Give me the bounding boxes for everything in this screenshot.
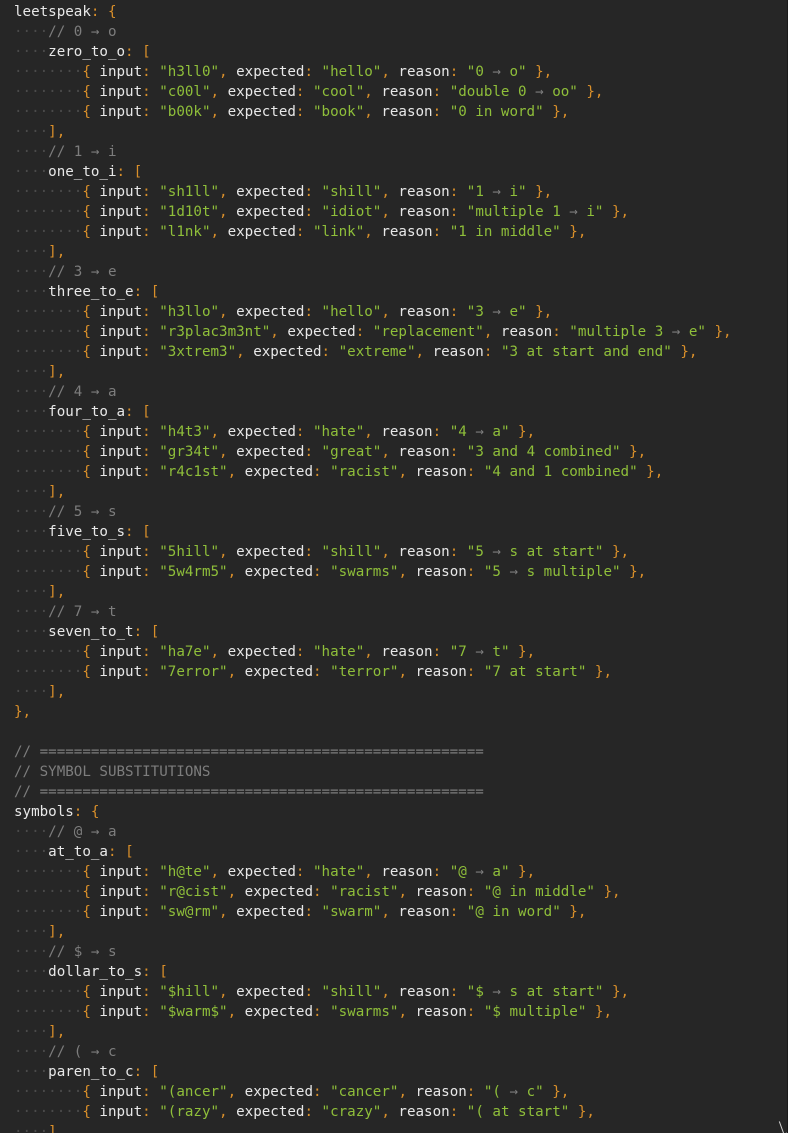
code-line[interactable]: ····dollar_to_s: [ [14, 962, 732, 982]
code-line[interactable]: leetspeak: { [14, 2, 732, 22]
code-line[interactable]: ····// 1 → i [14, 142, 732, 162]
code-line[interactable]: ····], [14, 922, 732, 942]
code-line[interactable]: ····], [14, 482, 732, 502]
code-line[interactable]: ····five_to_s: [ [14, 522, 732, 542]
code-line[interactable]: ········{ input: "5hill", expected: "shi… [14, 542, 732, 562]
code-line[interactable]: ········{ input: "sw@rm", expected: "swa… [14, 902, 732, 922]
code-line[interactable]: ····one_to_i: [ [14, 162, 732, 182]
code-line[interactable]: ········{ input: "h@te", expected: "hate… [14, 862, 732, 882]
code-line[interactable]: ····], [14, 1022, 732, 1042]
code-line[interactable]: ····], [14, 682, 732, 702]
code-line[interactable]: ········{ input: "(razy", expected: "cra… [14, 1102, 732, 1122]
code-line[interactable]: ········{ input: "(ancer", expected: "ca… [14, 1082, 732, 1102]
code-editor[interactable]: leetspeak: {····// 0 → o ····zero_to_o: [… [0, 0, 788, 1133]
code-line[interactable]: ····], [14, 582, 732, 602]
code-line[interactable]: ····// 5 → s [14, 502, 732, 522]
code-line[interactable]: ········{ input: "h4t3", expected: "hate… [14, 422, 732, 442]
code-line[interactable]: ········{ input: "r@cist", expected: "ra… [14, 882, 732, 902]
code-line[interactable]: ····], [14, 242, 732, 262]
code-line[interactable]: // SYMBOL SUBSTITUTIONS [14, 762, 732, 782]
code-line[interactable]: ········{ input: "5w4rm5", expected: "sw… [14, 562, 732, 582]
code-line[interactable]: ····// 4 → a [14, 382, 732, 402]
code-line[interactable]: ········{ input: "gr34t", expected: "gre… [14, 442, 732, 462]
code-line[interactable]: ········{ input: "3xtrem3", expected: "e… [14, 342, 732, 362]
code-line[interactable]: ········{ input: "c00l", expected: "cool… [14, 82, 732, 102]
code-line[interactable]: ····// @ → a [14, 822, 732, 842]
code-line[interactable]: ········{ input: "r4c1st", expected: "ra… [14, 462, 732, 482]
code-line[interactable]: ····], [14, 1122, 732, 1133]
code-line[interactable]: // =====================================… [14, 742, 732, 762]
code-line[interactable]: ····three_to_e: [ [14, 282, 732, 302]
code-line[interactable]: ····], [14, 122, 732, 142]
code-line[interactable]: ····at_to_a: [ [14, 842, 732, 862]
code-line[interactable]: ····], [14, 362, 732, 382]
code-line[interactable]: ····// 3 → e [14, 262, 732, 282]
code-line[interactable]: ········{ input: "7error", expected: "te… [14, 662, 732, 682]
code-line[interactable]: ····// 7 → t [14, 602, 732, 622]
code-line[interactable]: symbols: { [14, 802, 732, 822]
code-content[interactable]: leetspeak: {····// 0 → o ····zero_to_o: [… [14, 2, 732, 1133]
code-line[interactable]: ········{ input: "l1nk", expected: "link… [14, 222, 732, 242]
code-line[interactable]: ········{ input: "ha7e", expected: "hate… [14, 642, 732, 662]
code-line[interactable]: }, [14, 702, 732, 722]
code-line[interactable]: ····paren_to_c: [ [14, 1062, 732, 1082]
code-line[interactable]: ····seven_to_t: [ [14, 622, 732, 642]
resize-cursor-icon [778, 1119, 787, 1133]
code-line[interactable]: ········{ input: "r3plac3m3nt", expected… [14, 322, 732, 342]
code-line[interactable]: ····// ( → c [14, 1042, 732, 1062]
code-line[interactable]: ····// 0 → o [14, 22, 732, 42]
code-line[interactable]: ····zero_to_o: [ [14, 42, 732, 62]
code-line[interactable]: // =====================================… [14, 782, 732, 802]
code-line[interactable]: ········{ input: "$hill", expected: "shi… [14, 982, 732, 1002]
code-line[interactable]: ········{ input: "b00k", expected: "book… [14, 102, 732, 122]
code-line[interactable]: ········{ input: "h3llo", expected: "hel… [14, 302, 732, 322]
code-line[interactable]: ····// $ → s [14, 942, 732, 962]
code-line[interactable]: ········{ input: "sh1ll", expected: "shi… [14, 182, 732, 202]
code-line[interactable] [14, 722, 732, 742]
code-line[interactable]: ········{ input: "1d10t", expected: "idi… [14, 202, 732, 222]
code-line[interactable]: ····four_to_a: [ [14, 402, 732, 422]
code-line[interactable]: ········{ input: "h3ll0", expected: "hel… [14, 62, 732, 82]
code-line[interactable]: ········{ input: "$warm$", expected: "sw… [14, 1002, 732, 1022]
